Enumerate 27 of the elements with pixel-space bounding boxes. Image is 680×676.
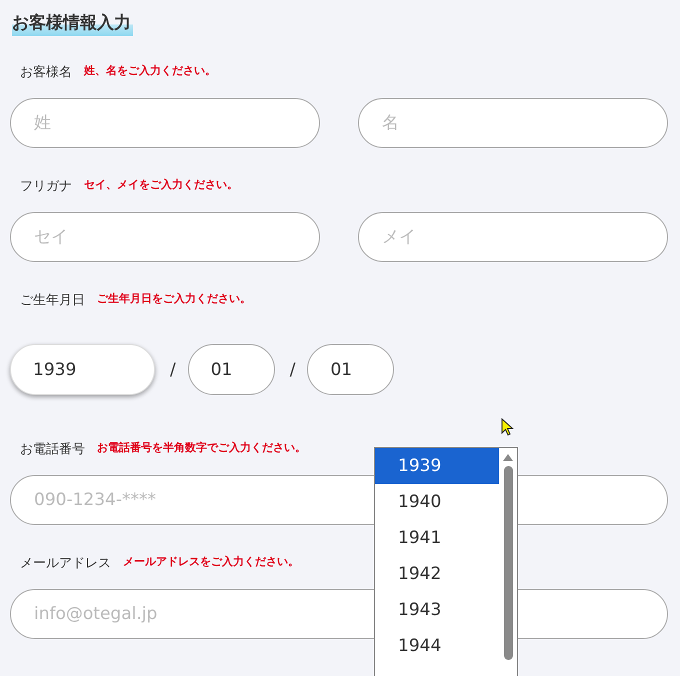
select-field[interactable]: 1939 <box>10 344 155 395</box>
required-hint: お電話番号を半角数字でご入力ください。 <box>97 440 306 456</box>
select-field[interactable]: 01 <box>307 344 394 395</box>
field-label: メールアドレス <box>20 555 111 573</box>
date-separator: / <box>290 360 296 380</box>
field-label: フリガナ <box>20 178 72 196</box>
dropdown-option[interactable]: 1939 <box>375 448 499 484</box>
field-label: お客様名 <box>20 64 72 82</box>
required-hint: 姓、名をご入力ください。 <box>84 63 216 79</box>
required-hint: ご生年月日をご入力ください。 <box>97 291 251 307</box>
dropdown-option[interactable]: 1940 <box>375 484 499 520</box>
date-separator: / <box>170 360 176 380</box>
required-hint: セイ、メイをご入力ください。 <box>84 177 238 193</box>
required-hint: メールアドレスをご入力ください。 <box>123 554 299 570</box>
cursor-icon <box>501 418 514 436</box>
input-field[interactable]: セイ <box>10 212 320 262</box>
scroll-up-icon[interactable] <box>503 454 513 461</box>
input-field[interactable]: 名 <box>358 98 668 148</box>
input-field[interactable]: メイ <box>358 212 668 262</box>
input-field[interactable]: 姓 <box>10 98 320 148</box>
field-label: お電話番号 <box>20 441 85 459</box>
dropdown-option[interactable]: 1943 <box>375 592 499 628</box>
page-title: お客様情報入力 <box>12 10 133 36</box>
field-label: ご生年月日 <box>20 292 85 310</box>
scrollbar-thumb[interactable] <box>504 466 512 660</box>
dropdown-option[interactable]: 1942 <box>375 556 499 592</box>
select-field[interactable]: 01 <box>188 344 275 395</box>
